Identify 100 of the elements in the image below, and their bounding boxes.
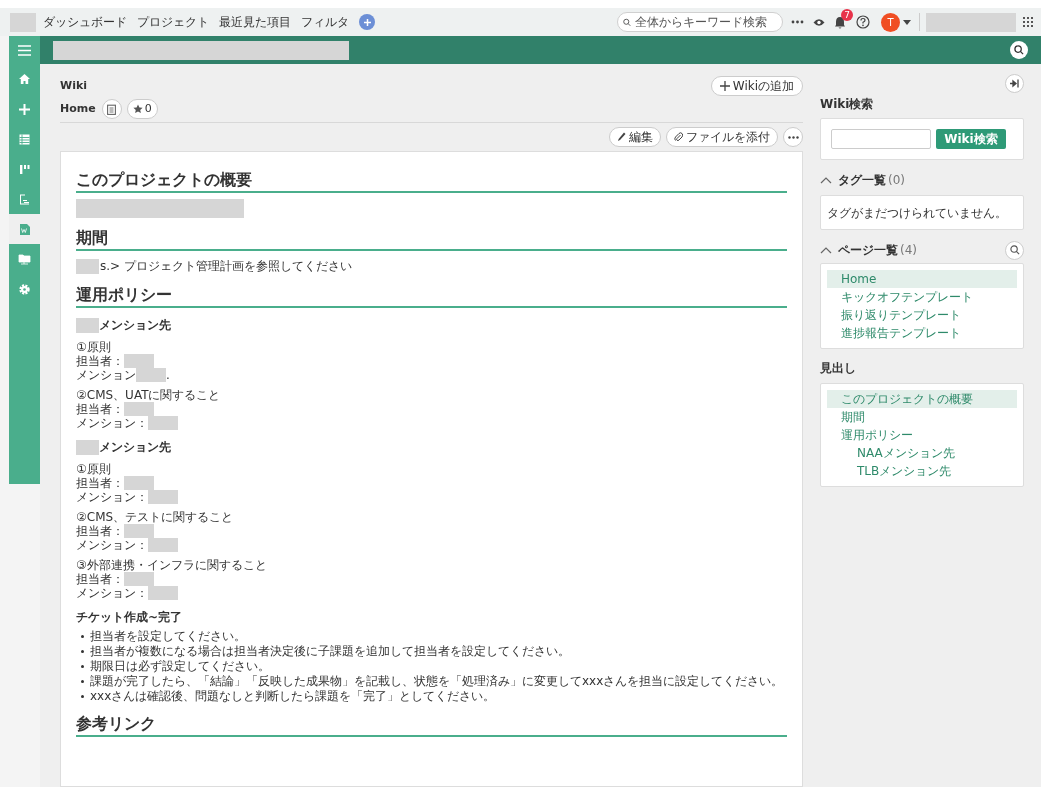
star-icon bbox=[132, 104, 143, 114]
home-icon bbox=[18, 72, 31, 86]
edit-button[interactable]: 編集 bbox=[609, 127, 661, 147]
section-heading: 参考リンク bbox=[76, 713, 787, 737]
bullet-icon bbox=[81, 695, 84, 698]
text-line: 担当者： bbox=[76, 572, 124, 586]
text-line: ①原則 bbox=[76, 340, 111, 354]
search-icon bbox=[1014, 45, 1024, 55]
text-line: ②CMS、テストに関すること bbox=[76, 510, 234, 524]
subheading: メンション先 bbox=[99, 317, 171, 334]
settings-icon bbox=[18, 282, 31, 296]
search-icon bbox=[1009, 245, 1020, 255]
more-button[interactable] bbox=[783, 127, 803, 147]
notification-badge: 7 bbox=[841, 9, 853, 21]
list-item: 担当者が複数になる場合は担当者決定後に子課題を追加して担当者を設定してください。 bbox=[90, 644, 570, 659]
more-icon bbox=[787, 135, 799, 139]
section-heading: 運用ポリシー bbox=[76, 284, 787, 308]
clipboard-icon bbox=[107, 103, 117, 115]
heading-link[interactable]: 期間 bbox=[827, 408, 1017, 426]
bullet-icon bbox=[81, 680, 84, 683]
pencil-icon bbox=[617, 132, 626, 142]
text-line: 担当者： bbox=[76, 476, 124, 490]
list-item: 期限日は必ず設定してください。 bbox=[90, 659, 270, 674]
clipboard-button[interactable] bbox=[101, 99, 122, 119]
document-icon bbox=[18, 192, 31, 206]
sidebar-item[interactable] bbox=[9, 244, 40, 274]
page-link[interactable]: Home bbox=[827, 270, 1017, 288]
panel-heading: 見出し bbox=[820, 360, 857, 377]
text-line: メンション bbox=[76, 368, 136, 382]
section-heading: 期間 bbox=[76, 227, 787, 251]
bullet-icon bbox=[81, 635, 84, 638]
search-button[interactable] bbox=[1005, 240, 1024, 260]
wiki-search-button[interactable]: Wiki検索 bbox=[936, 129, 1006, 149]
text-line: . bbox=[166, 368, 170, 382]
page-title: Home bbox=[60, 100, 96, 117]
list-item: xxxさんは確認後、問題なしと判断したら課題を「完了」としてください。 bbox=[90, 689, 496, 704]
panel-heading: Wiki検索 bbox=[820, 96, 875, 113]
subheading: チケット作成~完了 bbox=[76, 609, 183, 626]
user-avatar[interactable]: T bbox=[881, 12, 900, 32]
folder-icon bbox=[18, 252, 31, 266]
list-item: 担当者を設定してください。 bbox=[90, 629, 246, 644]
add-button[interactable] bbox=[359, 14, 375, 30]
heading-link[interactable]: NAAメンション先 bbox=[827, 444, 1017, 462]
wiki-search-field[interactable] bbox=[831, 129, 931, 149]
collapse-panel-button[interactable] bbox=[1005, 74, 1024, 93]
heading-link[interactable]: このプロジェクトの概要 bbox=[827, 390, 1017, 408]
page-link[interactable]: 振り返りテンプレート bbox=[827, 306, 1017, 324]
section-toggle[interactable]: ページ一覧 (4) bbox=[820, 241, 917, 259]
logo-redaction bbox=[10, 12, 36, 32]
subheading: メンション先 bbox=[99, 439, 171, 456]
nav-link[interactable]: フィルタ bbox=[301, 13, 349, 31]
paragraph: s.> プロジェクト管理計画を参照してください bbox=[100, 258, 352, 275]
search-field[interactable]: 全体からキーワード検索 bbox=[617, 12, 783, 32]
empty-message: タグがまだつけられていません。 bbox=[827, 204, 1007, 222]
board-icon bbox=[18, 162, 31, 176]
help-icon[interactable] bbox=[856, 15, 870, 29]
text-line: ①原則 bbox=[76, 462, 111, 476]
plus-icon bbox=[362, 17, 372, 27]
search-icon bbox=[623, 16, 631, 28]
search-button[interactable] bbox=[1010, 41, 1028, 59]
heading-link[interactable]: 運用ポリシー bbox=[827, 426, 1017, 444]
apps-icon[interactable] bbox=[1023, 17, 1033, 27]
heading-link[interactable]: TLBメンション先 bbox=[827, 462, 1017, 480]
nav-link[interactable]: 最近見た項目 bbox=[219, 13, 291, 31]
caret-icon[interactable] bbox=[903, 19, 911, 25]
wiki-document-icon bbox=[18, 222, 31, 236]
page-link[interactable]: 進捗報告テンプレート bbox=[827, 324, 1017, 342]
page-link[interactable]: キックオフテンプレート bbox=[827, 288, 1017, 306]
sidebar-item[interactable] bbox=[9, 214, 40, 244]
text-line: メンション： bbox=[76, 416, 148, 430]
text-line: メンション： bbox=[76, 586, 148, 600]
text-line: メンション： bbox=[76, 538, 148, 552]
text-line: 担当者： bbox=[76, 524, 124, 538]
paperclip-icon bbox=[674, 132, 683, 142]
text-line: ②CMS、UATに関すること bbox=[76, 388, 221, 402]
more-icon[interactable] bbox=[791, 20, 804, 24]
bullet-icon bbox=[81, 665, 84, 668]
attach-file-button[interactable]: ファイルを添付 bbox=[666, 127, 778, 147]
section-heading: このプロジェクトの概要 bbox=[76, 169, 787, 193]
section-title: Wiki bbox=[60, 77, 87, 94]
list-item: 課題が完了したら、「結論」「反映した成果物」を記載し、状態を「処理済み」に変更してxxxさんを担当に設定してください。 bbox=[90, 674, 784, 689]
text-line: ③外部連携・インフラに関すること bbox=[76, 558, 267, 572]
bell-icon[interactable] bbox=[834, 16, 846, 29]
eye-icon[interactable] bbox=[813, 17, 825, 27]
table-icon bbox=[18, 132, 31, 146]
arrow-to-bar-icon bbox=[1009, 79, 1020, 88]
text-line: メンション： bbox=[76, 490, 148, 504]
text-line: 担当者： bbox=[76, 354, 124, 368]
bullet-icon bbox=[81, 650, 84, 653]
plus-icon bbox=[18, 102, 31, 116]
nav-link[interactable]: プロジェクト bbox=[137, 13, 209, 31]
add-wiki-button[interactable]: Wikiの追加 bbox=[710, 76, 803, 96]
chevron-icon bbox=[820, 176, 832, 184]
menu-icon bbox=[18, 44, 31, 56]
text-line: 担当者： bbox=[76, 402, 124, 416]
star-button[interactable]: 0 bbox=[126, 99, 158, 119]
plus-icon bbox=[719, 81, 730, 91]
nav-link[interactable]: ダッシュボード bbox=[43, 13, 127, 31]
chevron-icon bbox=[820, 246, 832, 254]
section-toggle[interactable]: タグ一覧 (0) bbox=[820, 171, 905, 189]
